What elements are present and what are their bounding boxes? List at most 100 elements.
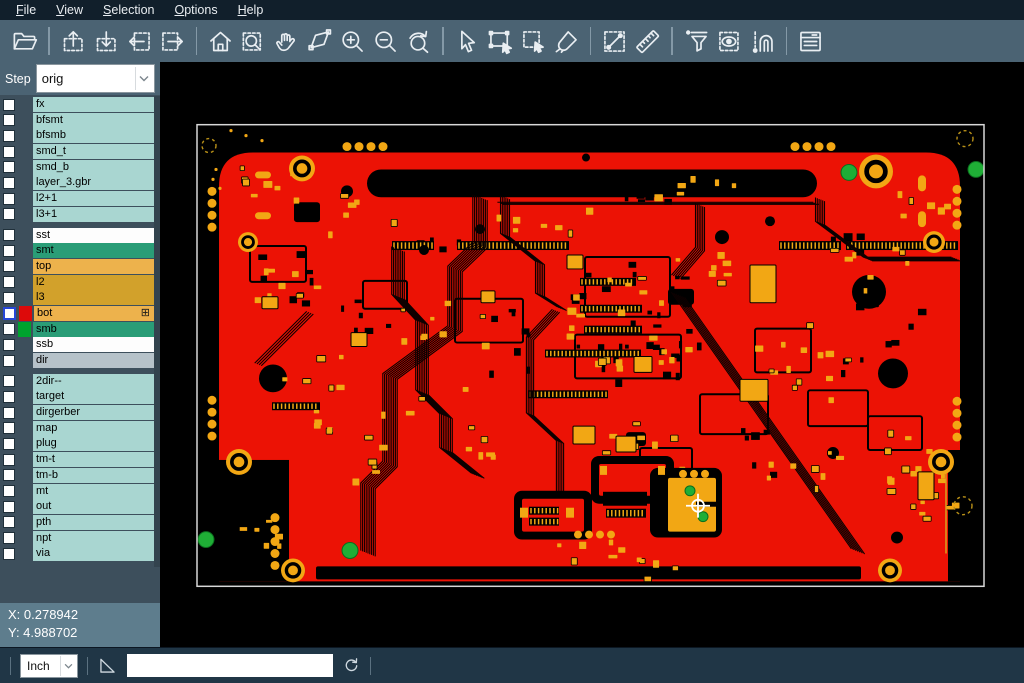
layer-row-top[interactable]: top — [0, 259, 154, 274]
layer-checkbox[interactable] — [3, 177, 15, 189]
zoom-window-button[interactable] — [237, 23, 270, 59]
layer-row-npt[interactable]: npt — [0, 531, 154, 546]
layer-checkbox[interactable] — [3, 114, 15, 126]
zoom-out-button[interactable] — [369, 23, 402, 59]
menu-file[interactable]: File — [6, 0, 46, 20]
zoom-in-button[interactable] — [336, 23, 369, 59]
unit-select[interactable]: Inch — [20, 654, 78, 678]
filter-funnel-button[interactable] — [680, 23, 713, 59]
layer-checkbox[interactable] — [3, 339, 15, 351]
select-group-button[interactable] — [517, 23, 550, 59]
layer-row-map[interactable]: map — [0, 421, 154, 436]
layer-row-dir[interactable]: dir — [0, 353, 154, 368]
toolbar-separator — [671, 27, 673, 55]
export-step-up-icon — [60, 28, 87, 55]
layer-checkbox[interactable] — [3, 276, 15, 288]
show-selection-button[interactable] — [713, 23, 746, 59]
shift-left-button[interactable] — [123, 23, 156, 59]
layer-checkbox[interactable] — [3, 355, 15, 367]
layer-row-layer-3-gbr[interactable]: layer_3.gbr — [0, 175, 154, 190]
layer-checkbox[interactable] — [3, 469, 15, 481]
layer-checkbox[interactable] — [3, 501, 15, 513]
open-file-button[interactable] — [8, 23, 41, 59]
clear-brush-button[interactable] — [550, 23, 583, 59]
layer-color-swatch — [18, 97, 31, 112]
layer-row-mt[interactable]: mt — [0, 484, 154, 499]
shift-right-button[interactable] — [156, 23, 189, 59]
layer-color-swatch — [18, 353, 31, 368]
layer-checkbox[interactable] — [3, 307, 16, 320]
layer-checkbox[interactable] — [3, 208, 15, 220]
layer-row-smd-t[interactable]: smd_t — [0, 144, 154, 159]
menu-options[interactable]: Options — [164, 0, 227, 20]
menu-help[interactable]: Help — [228, 0, 274, 20]
layer-row-out[interactable]: out — [0, 499, 154, 514]
snap-path-button[interactable] — [746, 23, 779, 59]
layer-checkbox[interactable] — [3, 532, 15, 544]
layer-row-smb[interactable]: smb — [0, 322, 154, 337]
layer-row-bfsmt[interactable]: bfsmt — [0, 113, 154, 128]
layer-row-tm-t[interactable]: tm-t — [0, 452, 154, 467]
layer-color-swatch — [18, 144, 31, 159]
layer-row-2dir-[interactable]: 2dir-- — [0, 374, 154, 389]
step-select[interactable]: orig — [36, 64, 155, 93]
layer-row-l2[interactable]: l2 — [0, 275, 154, 290]
measure-ruler-button[interactable] — [631, 23, 664, 59]
layer-checkbox[interactable] — [3, 292, 15, 304]
layer-checkbox[interactable] — [3, 516, 15, 528]
zoom-previous-button[interactable] — [402, 23, 435, 59]
layer-row-via[interactable]: via — [0, 546, 154, 561]
layer-row-smt[interactable]: smt — [0, 243, 154, 258]
layer-checkbox[interactable] — [3, 245, 15, 257]
layer-row-pth[interactable]: pth — [0, 515, 154, 530]
menu-selection[interactable]: Selection — [93, 0, 164, 20]
layer-checkbox[interactable] — [3, 375, 15, 387]
refresh-icon[interactable] — [342, 656, 361, 675]
layer-color-swatch — [18, 275, 31, 290]
layer-row-target[interactable]: target — [0, 389, 154, 404]
command-input[interactable] — [127, 654, 333, 677]
layer-row-dirgerber[interactable]: dirgerber — [0, 405, 154, 420]
layer-checkbox[interactable] — [3, 161, 15, 173]
layer-checkbox[interactable] — [3, 260, 15, 272]
pcb-canvas[interactable] — [160, 62, 1024, 647]
measure-distance-button[interactable] — [598, 23, 631, 59]
layer-checkbox[interactable] — [3, 438, 15, 450]
layer-checkbox[interactable] — [3, 130, 15, 142]
pcb-drawing[interactable] — [160, 62, 1024, 647]
layer-checkbox[interactable] — [3, 454, 15, 466]
layer-checkbox[interactable] — [3, 407, 15, 419]
layer-row-sst[interactable]: sst — [0, 228, 154, 243]
layer-checkbox[interactable] — [3, 193, 15, 205]
layer-list: fxbfsmtbfsmbsmd_tsmd_blayer_3.gbrl2+1l3+… — [0, 97, 154, 562]
layer-color-swatch — [18, 337, 31, 352]
zoom-area-button[interactable] — [303, 23, 336, 59]
select-rectangle-button[interactable] — [484, 23, 517, 59]
layer-row-smd-b[interactable]: smd_b — [0, 160, 154, 175]
layer-row-tm-b[interactable]: tm-b — [0, 468, 154, 483]
layer-row-fx[interactable]: fx — [0, 97, 154, 112]
layer-checkbox[interactable] — [3, 548, 15, 560]
layer-row-bot[interactable]: bot⊞ — [0, 306, 154, 321]
layer-checkbox[interactable] — [3, 323, 15, 335]
snap-angle-icon[interactable] — [97, 655, 118, 676]
layer-checkbox[interactable] — [3, 99, 15, 111]
layer-row-l3-1[interactable]: l3+1 — [0, 207, 154, 222]
select-cursor-button[interactable] — [451, 23, 484, 59]
layer-row-plug[interactable]: plug — [0, 436, 154, 451]
export-step-up-button[interactable] — [57, 23, 90, 59]
layer-row-l2-1[interactable]: l2+1 — [0, 191, 154, 206]
layer-row-ssb[interactable]: ssb — [0, 337, 154, 352]
layer-checkbox[interactable] — [3, 422, 15, 434]
layer-checkbox[interactable] — [3, 391, 15, 403]
layer-checkbox[interactable] — [3, 229, 15, 241]
layer-checkbox[interactable] — [3, 146, 15, 158]
import-step-down-button[interactable] — [90, 23, 123, 59]
pan-hand-button[interactable] — [270, 23, 303, 59]
layer-row-bfsmb[interactable]: bfsmb — [0, 128, 154, 143]
menu-view[interactable]: View — [46, 0, 93, 20]
layer-row-l3[interactable]: l3 — [0, 290, 154, 305]
report-form-button[interactable] — [794, 23, 827, 59]
home-view-button[interactable] — [204, 23, 237, 59]
layer-checkbox[interactable] — [3, 485, 15, 497]
